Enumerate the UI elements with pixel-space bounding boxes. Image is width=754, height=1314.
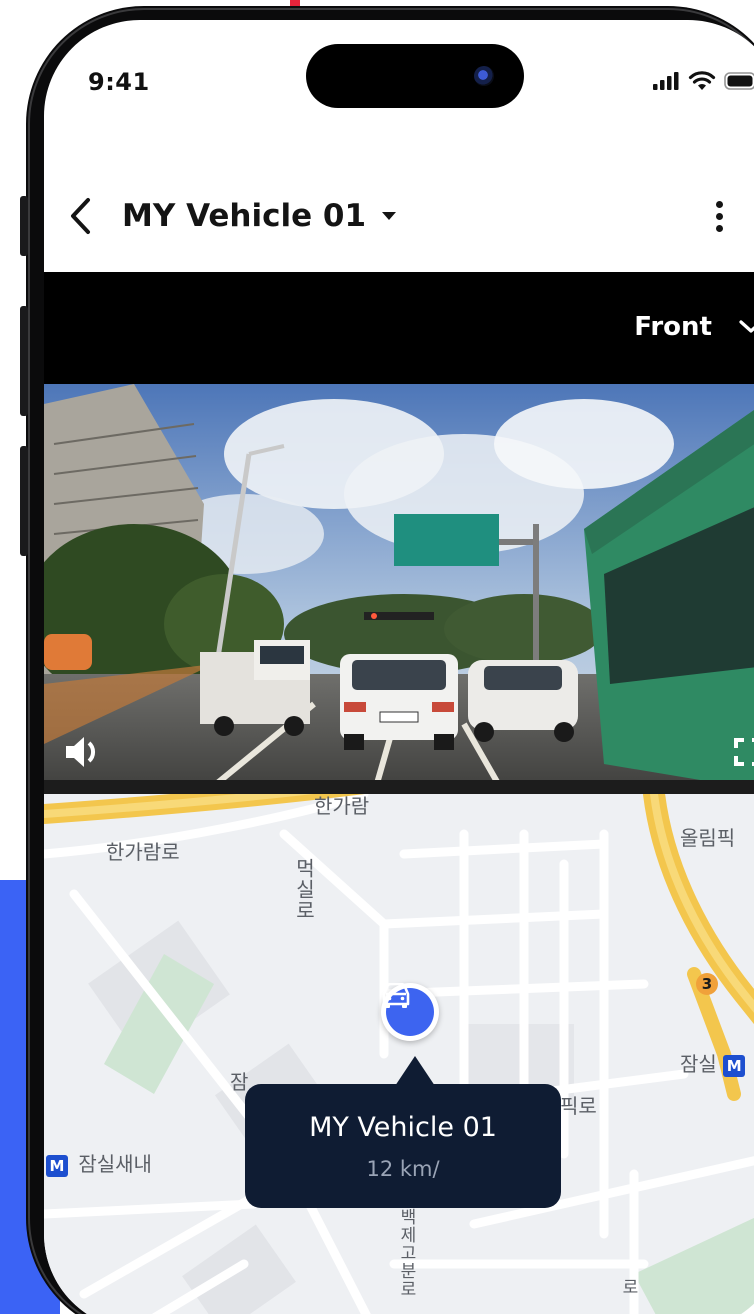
status-time: 9:41 (88, 68, 150, 96)
cellular-signal-icon (653, 72, 679, 90)
caret-down-icon (382, 212, 397, 220)
side-button-mute (20, 196, 28, 256)
status-icons (652, 70, 754, 92)
map-label-meoksal: 먹실로 (292, 858, 316, 921)
more-vertical-icon-dot (715, 224, 723, 232)
side-button-volume-down (20, 446, 28, 556)
vehicle-popup-name: MY Vehicle 01 (309, 1112, 497, 1143)
map-label-bottom-road: 로 (618, 1278, 638, 1296)
vehicle-marker-inner (382, 983, 434, 1036)
map-label-ollimpik: 올림픽 (680, 826, 736, 850)
map-line-badge: 3 (696, 970, 722, 995)
side-button-volume-up (20, 306, 28, 416)
vehicle-popup-speed: 12 km/ (366, 1157, 440, 1181)
volume-button[interactable] (62, 732, 102, 772)
more-vertical-icon-dot (715, 212, 723, 220)
map-label-jamsil-saenae-station: M 잠실새내 (46, 1148, 152, 1177)
vehicle-location-marker[interactable] (381, 983, 439, 1041)
chevron-down-icon (739, 320, 754, 333)
map-label-jamsil: 잠실 (680, 1052, 717, 1076)
camera-select-label: Front (634, 312, 712, 342)
fullscreen-icon (734, 738, 754, 766)
chevron-left-icon (71, 198, 90, 234)
dashcam-frame (44, 384, 754, 794)
app-screen: 9:41 MY Vehicle 01 Front 한가람로 한가람 먹실로 올림… (44, 20, 754, 1314)
camera-bar: Front (44, 272, 754, 384)
wifi-icon (688, 71, 716, 90)
location-map[interactable]: 한가람로 한가람 먹실로 올림픽 잠실 M 3 M 잠실새내 잠 픽로 백제고분… (44, 794, 754, 1314)
dashcam-video[interactable] (44, 384, 754, 794)
phone-frame: 9:41 MY Vehicle 01 Front 한가람로 한가람 먹실로 올림… (20, 6, 754, 1314)
map-label-hangaram-top: 한가람 (314, 794, 370, 818)
fullscreen-button[interactable] (730, 734, 754, 770)
map-label-baekjegobun: 백제고분로 (396, 1208, 416, 1298)
vehicle-selector[interactable]: MY Vehicle 01 (122, 194, 398, 238)
camera-select[interactable]: Front (634, 312, 754, 342)
map-label-bi-ro: 픽로 (560, 1094, 597, 1118)
vehicle-info-popup[interactable]: MY Vehicle 01 12 km/ (245, 1084, 561, 1208)
dynamic-island (306, 44, 524, 108)
map-label-jam: 잠 (230, 1070, 249, 1094)
battery-icon (724, 72, 754, 90)
map-label-hangaram: 한가람로 (106, 840, 180, 864)
more-options-button[interactable] (704, 192, 734, 240)
page-title: MY Vehicle 01 (122, 198, 367, 234)
more-vertical-icon-dot (715, 200, 723, 208)
metro-icon: M (723, 1054, 746, 1077)
map-label-jamsil-station: 잠실 M (680, 1048, 749, 1077)
front-camera-icon (474, 66, 494, 86)
back-button[interactable] (64, 194, 98, 238)
speaker-icon (66, 737, 96, 767)
app-header: MY Vehicle 01 (44, 170, 754, 272)
map-label-jamsil-saenae: 잠실새내 (78, 1152, 152, 1176)
line-3-icon: 3 (696, 972, 718, 995)
car-icon (382, 983, 410, 1008)
vehicle-popup-pointer (395, 1056, 435, 1086)
metro-icon: M (46, 1154, 68, 1177)
